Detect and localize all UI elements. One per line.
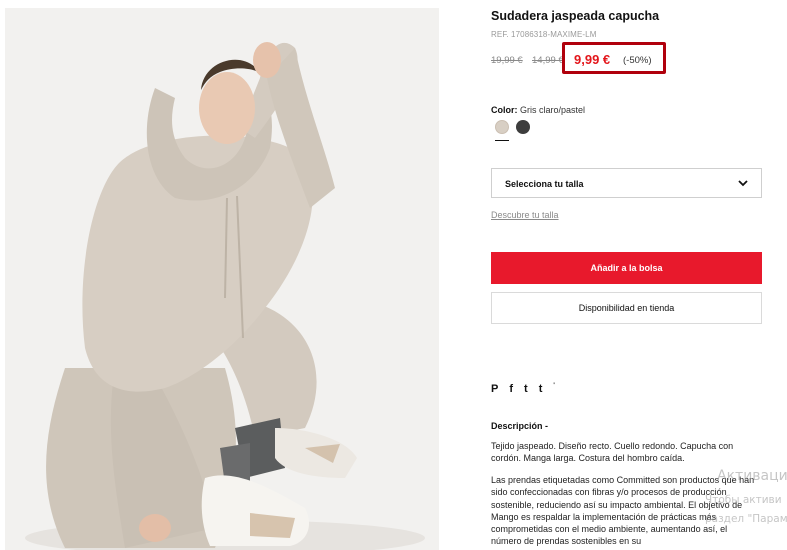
add-to-bag-button[interactable]: Añadir a la bolsa — [491, 252, 762, 284]
description-toggle[interactable]: - — [545, 421, 548, 431]
more-share-icon[interactable]: ' — [553, 379, 554, 393]
selected-swatch-indicator — [495, 140, 509, 141]
original-price: 19,99 € — [491, 55, 523, 66]
watermark-line-3: раздел "Парам — [705, 513, 787, 525]
watermark-line-1: Активация — [717, 468, 787, 484]
product-reference: REF. 17086318-MAXIME-LM — [491, 30, 597, 39]
description-title: Descripción — [491, 421, 543, 431]
product-title: Sudadera jaspeada capucha — [491, 9, 660, 23]
model-photo-illustration — [5, 8, 439, 550]
color-info: Color: Gris claro/pastel — [491, 105, 585, 115]
color-value: Gris claro/pastel — [520, 105, 586, 115]
size-guide-link[interactable]: Descubre tu talla — [491, 210, 559, 220]
chevron-down-icon — [738, 180, 748, 187]
price-highlight-box: 9,99 € (-50%) — [562, 42, 666, 74]
color-label: Color: — [491, 105, 518, 115]
product-image[interactable] — [5, 8, 439, 550]
sale-price: 9,99 € — [574, 52, 611, 67]
pinterest-icon[interactable]: P — [491, 382, 498, 396]
previous-price: 14,99 € — [532, 55, 564, 66]
color-swatch-light-grey[interactable] — [495, 120, 509, 134]
product-page: Sudadera jaspeada capucha REF. 17086318-… — [0, 0, 787, 550]
description-sustainability-text: Las prendas etiquetadas como Committed s… — [491, 475, 755, 547]
twitter-icon[interactable]: t — [524, 382, 528, 396]
description-heading[interactable]: Descripción - — [491, 421, 548, 431]
description-text: Tejido jaspeado. Diseño recto. Cuello re… — [491, 441, 734, 463]
store-availability-button[interactable]: Disponibilidad en tienda — [491, 292, 762, 324]
size-select[interactable]: Selecciona tu talla — [491, 168, 762, 198]
discount-badge: (-50%) — [623, 55, 652, 66]
watermark-line-2: Чтобы активи — [705, 494, 782, 506]
tumblr-icon[interactable]: t — [539, 382, 543, 396]
color-swatch-dark-grey[interactable] — [516, 120, 530, 134]
facebook-icon[interactable]: f — [509, 382, 513, 396]
size-select-label: Selecciona tu talla — [505, 179, 584, 189]
social-share: P f t t ' — [491, 382, 566, 396]
